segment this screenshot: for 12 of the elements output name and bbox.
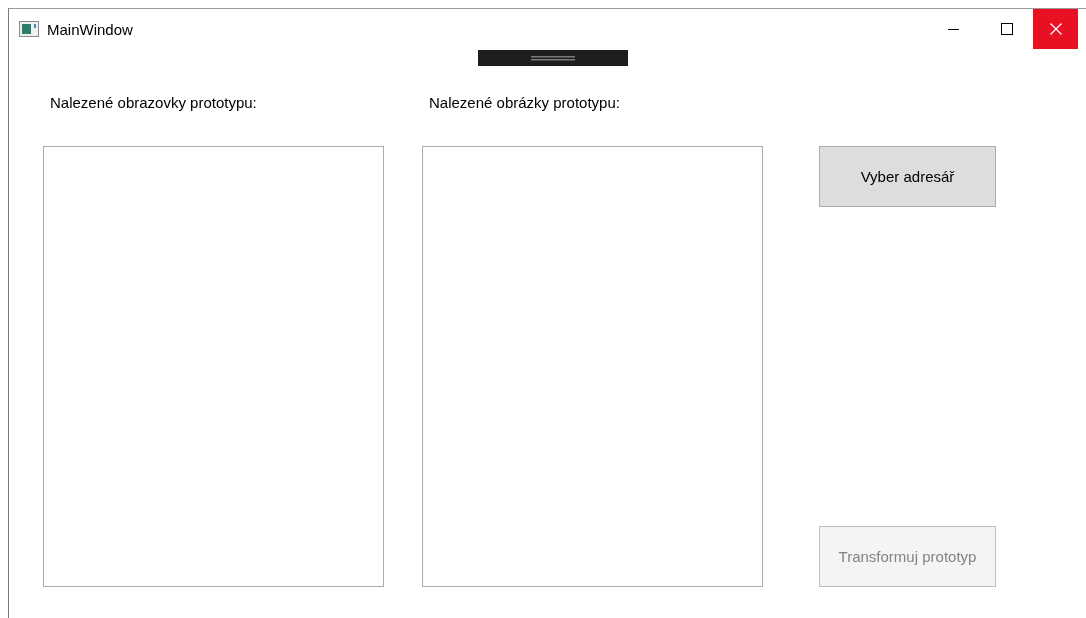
list-label: Nalezené obrázky prototypu: bbox=[429, 94, 620, 111]
window-title: MainWindow bbox=[47, 20, 133, 38]
grip-icon bbox=[531, 55, 575, 61]
debug-toolbar[interactable] bbox=[478, 50, 628, 66]
maximize-icon bbox=[1000, 23, 1013, 35]
list-label: Nalezené obrazovky prototypu: bbox=[50, 94, 257, 111]
list-box[interactable] bbox=[422, 146, 763, 587]
list-box[interactable] bbox=[43, 146, 384, 587]
window-icon bbox=[19, 21, 39, 37]
minimize-icon bbox=[948, 28, 959, 30]
close-icon bbox=[1049, 23, 1062, 35]
select-folder-button[interactable]: Vyber adresář bbox=[819, 146, 996, 207]
